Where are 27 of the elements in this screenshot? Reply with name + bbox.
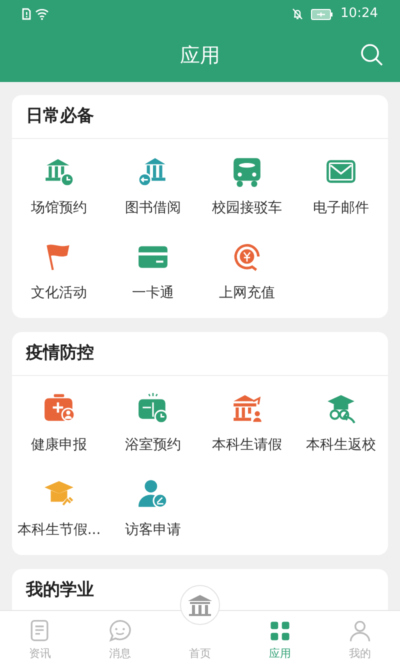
app-shortcut[interactable]: 浴室预约 — [106, 392, 200, 456]
section-title: 疫情防控 — [26, 342, 94, 365]
sim-card-icon — [22, 8, 31, 20]
wifi-icon — [35, 8, 49, 20]
page-title: 应用 — [180, 42, 220, 69]
app-shortcut[interactable]: 本科生节假... — [12, 477, 106, 541]
app-shortcut[interactable]: 本科生请假 — [200, 392, 294, 456]
app-shortcut[interactable]: 文化活动 — [12, 240, 106, 304]
app-shortcut[interactable]: 图书借阅 — [106, 155, 200, 219]
home-button[interactable] — [180, 585, 220, 625]
section-title: 我的学业 — [26, 578, 94, 602]
app-shortcut[interactable]: 本科生返校 — [294, 392, 388, 456]
search-icon[interactable] — [360, 43, 384, 67]
clock-time: 10:24 — [340, 5, 378, 24]
app-shortcut[interactable]: 电子邮件 — [294, 155, 388, 219]
battery-icon — [310, 8, 333, 20]
section-title: 日常必备 — [26, 104, 94, 128]
app-shortcut[interactable]: 一卡通 — [106, 240, 200, 304]
mute-bell-icon — [292, 8, 303, 20]
chat-bubble-icon — [107, 618, 133, 644]
bath-clock-icon — [136, 392, 170, 425]
app-shortcut[interactable]: 场馆预约 — [12, 155, 106, 219]
gate-icon — [186, 593, 214, 617]
app-shortcut[interactable]: 上网充值 — [200, 240, 294, 304]
app-shortcut[interactable]: 访客申请 — [106, 477, 200, 541]
app-shortcut[interactable]: 校园接驳车 — [200, 155, 294, 219]
app-shortcut[interactable]: 健康申报 — [12, 392, 106, 456]
